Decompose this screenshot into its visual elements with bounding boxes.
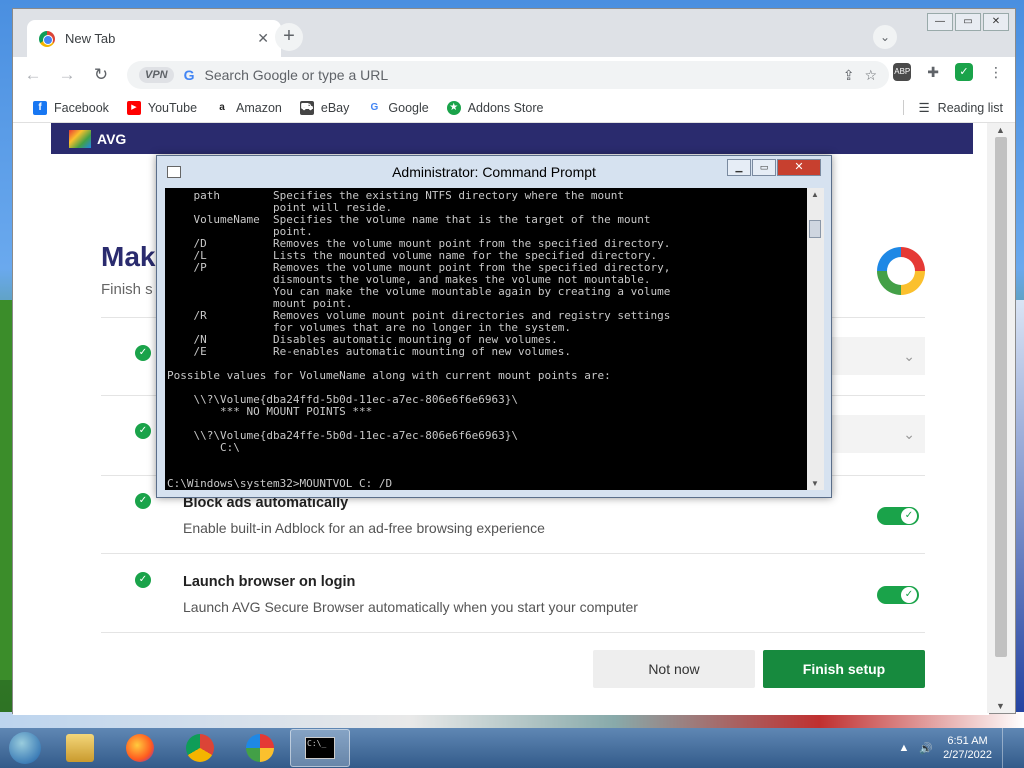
chrome-favicon-icon [39,30,55,47]
avg-browser-icon [246,734,274,762]
bookmark-star-icon[interactable]: ☆ [864,67,877,84]
cmd-console[interactable]: path Specifies the existing NTFS directo… [165,188,807,490]
bookmark-ebay[interactable]: ⛟ eBay [299,100,349,115]
show-hidden-icons-icon[interactable]: ▲ [898,742,909,754]
reading-list-icon: ☰ [918,101,930,115]
page-title: Mak [101,241,156,272]
page-subtitle: Finish s [101,281,153,298]
cmd-scroll-down-icon[interactable]: ▼ [811,479,819,488]
cmd-icon: C:\_ [305,737,335,759]
window-controls: — ▭ ✕ [927,13,1009,31]
block-ads-toggle[interactable] [877,507,919,525]
tab-new-tab[interactable]: New Tab ✕ [27,20,281,57]
close-window-button[interactable]: ✕ [983,13,1009,31]
command-prompt-window[interactable]: Administrator: Command Prompt ▁ ▭ ✕ path… [156,155,832,498]
launch-on-login-toggle[interactable] [877,586,919,604]
omnibox-input[interactable]: Search Google or type a URL [205,67,833,83]
cmd-close-button[interactable]: ✕ [777,159,821,176]
vpn-button[interactable]: VPN [139,67,174,83]
reading-list-button[interactable]: ☰ Reading list [903,100,1003,115]
check-icon: ✓ [135,423,151,439]
maximize-button[interactable]: ▭ [955,13,981,31]
cmd-minimize-button[interactable]: ▁ [727,159,751,176]
volume-icon[interactable]: 🔊 [919,742,933,755]
google-icon: G [367,100,382,115]
tab-title: New Tab [65,31,116,46]
launch-on-login-title: Launch browser on login [183,574,356,590]
addons-store-icon: ★ [446,100,461,115]
adblock-extension-icon[interactable]: ABP [893,63,912,81]
cmd-scroll-thumb[interactable] [809,220,821,238]
page-scrollbar[interactable]: ▲ ▼ [987,123,1015,713]
bookmark-youtube[interactable]: ▶ YouTube [126,100,197,115]
system-tray: ▲ 🔊 6:51 AM 2/27/2022 [898,728,1024,768]
youtube-icon: ▶ [126,100,141,115]
firefox-icon [126,734,154,762]
tab-search-button[interactable]: ⌄ [873,25,897,49]
folder-icon [66,734,94,762]
menu-kebab-icon[interactable]: ⋮ [989,64,1003,81]
cmd-title: Administrator: Command Prompt [392,164,596,180]
browser-titlebar: New Tab ✕ + ⌄ — ▭ ✕ [13,9,1015,57]
clock-time: 6:51 AM [947,735,988,747]
show-desktop-button[interactable] [1002,728,1016,768]
back-icon[interactable]: ← [23,65,43,85]
minimize-button[interactable]: — [927,13,953,31]
tab-close-icon[interactable]: ✕ [257,30,269,47]
browser-toolbar: ← → ↻ VPN G Search Google or type a URL … [13,57,1015,93]
check-icon: ✓ [135,572,151,588]
expand-chevron-button[interactable]: ⌄ [831,337,925,375]
cmd-titlebar[interactable]: Administrator: Command Prompt ▁ ▭ ✕ [157,156,831,188]
new-tab-button[interactable]: + [275,23,303,51]
clock-date: 2/27/2022 [943,749,992,761]
chrome-icon [186,734,214,762]
scrollbar-thumb[interactable] [995,137,1007,657]
reload-icon[interactable]: ↻ [91,65,111,85]
launch-on-login-desc: Launch AVG Secure Browser automatically … [183,599,638,615]
google-g-icon: G [183,67,195,83]
taskbar-explorer[interactable] [50,729,110,767]
taskbar-firefox[interactable] [110,729,170,767]
check-icon: ✓ [135,493,151,509]
taskbar-cmd[interactable]: C:\_ [290,729,350,767]
facebook-icon: f [33,100,47,115]
security-shield-icon[interactable]: ✓ [955,63,973,81]
clock[interactable]: 6:51 AM 2/27/2022 [943,734,992,762]
windows-start-icon [9,732,41,764]
cmd-window-icon [167,166,181,178]
amazon-icon: a [215,100,230,115]
ebay-icon: ⛟ [299,100,314,115]
bookmark-google[interactable]: G Google [367,100,429,115]
expand-chevron-button[interactable]: ⌄ [831,415,925,453]
finish-setup-button[interactable]: Finish setup [763,650,925,688]
avg-browser-logo-icon [877,247,925,295]
start-button[interactable] [0,728,50,768]
share-icon[interactable]: ⇪ [843,67,855,84]
cmd-output: path Specifies the existing NTFS directo… [167,189,671,490]
bookmark-addons-store[interactable]: ★ Addons Store [446,100,543,115]
cmd-maximize-button[interactable]: ▭ [752,159,776,176]
cmd-scrollbar[interactable]: ▲ ▼ [807,188,824,490]
forward-icon[interactable]: → [57,65,77,85]
bookmark-facebook[interactable]: f Facebook [33,100,109,115]
not-now-button[interactable]: Not now [593,650,755,688]
taskbar-avg-browser[interactable] [230,729,290,767]
avg-logo-icon [69,129,91,148]
bookmarks-bar: f Facebook ▶ YouTube a Amazon ⛟ eBay G G… [13,93,1015,123]
scroll-up-icon[interactable]: ▲ [996,125,1005,135]
scroll-down-icon[interactable]: ▼ [996,701,1005,711]
taskbar: C:\_ ▲ 🔊 6:51 AM 2/27/2022 [0,728,1024,768]
avg-brand: AVG [97,130,127,147]
avg-header: AVG [51,123,973,154]
extensions-puzzle-icon[interactable]: ✚ [927,64,939,81]
bookmark-amazon[interactable]: a Amazon [215,100,282,115]
extensions-area: ABP ✚ ✓ ⋮ [893,63,1003,81]
cmd-window-controls: ▁ ▭ ✕ [727,159,821,176]
omnibox[interactable]: VPN G Search Google or type a URL ⇪ ☆ [127,61,889,89]
taskbar-chrome[interactable] [170,729,230,767]
block-ads-desc: Enable built-in Adblock for an ad-free b… [183,520,545,536]
cmd-scroll-up-icon[interactable]: ▲ [811,190,819,199]
check-icon: ✓ [135,345,151,361]
